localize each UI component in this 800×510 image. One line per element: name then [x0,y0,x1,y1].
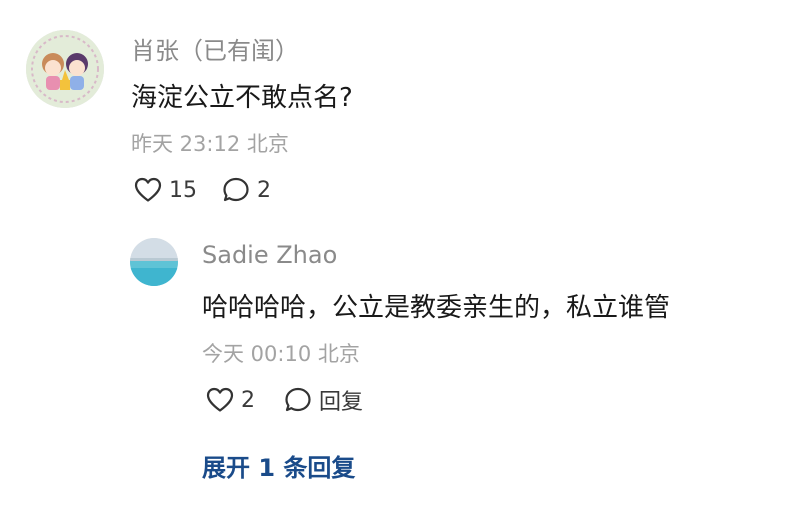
reply-text: 哈哈哈哈，公立是教委亲生的，私立谁管 [202,293,671,323]
ocean-scenery-avatar-icon [130,238,178,286]
heart-icon [206,387,234,412]
reply-reply-button[interactable]: 回复 [284,384,363,416]
comment-like-button[interactable]: 15 [134,174,197,206]
commenter-name[interactable]: 肖张（已有闺） [131,31,299,66]
speech-bubble-icon [223,177,249,202]
expand-replies-link[interactable]: 展开 1 条回复 [202,448,355,483]
speech-bubble-icon [285,387,311,412]
comment-like-count: 15 [169,177,197,203]
comment-reply-count: 2 [257,177,271,203]
reply-author-name[interactable]: Sadie Zhao [202,241,337,269]
reply-like-button[interactable]: 2 [206,384,255,416]
reply-timestamp-location: 今天 00:10 北京 [202,342,360,366]
heart-icon [134,177,162,202]
comment-reply-button[interactable]: 2 [222,174,271,206]
reply-reply-label: 回复 [319,390,364,415]
reply-avatar[interactable] [130,238,178,286]
commenter-avatar[interactable] [26,30,104,108]
anime-girls-avatar-icon [26,30,104,108]
comment-text: 海淀公立不敢点名? [131,83,353,113]
comment-timestamp-location: 昨天 23:12 北京 [131,132,289,156]
reply-like-count: 2 [241,387,255,413]
